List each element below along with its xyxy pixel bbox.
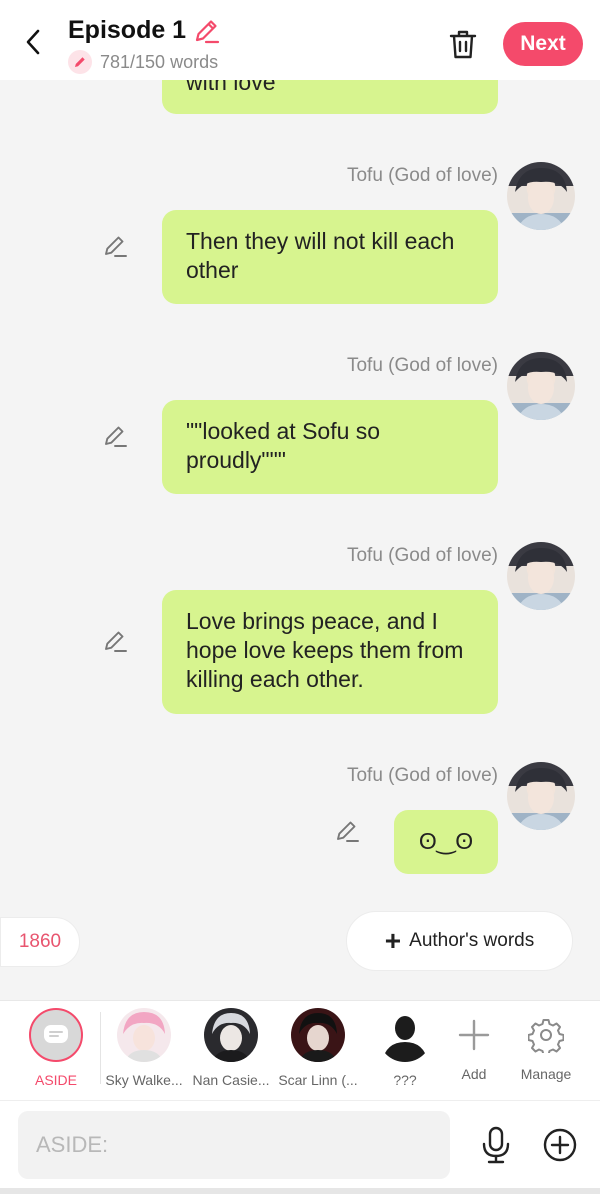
character-name: Nan Casie... bbox=[192, 1072, 270, 1088]
aside-icon bbox=[44, 1025, 68, 1043]
speaker-name: Tofu (God of love) bbox=[346, 545, 498, 566]
gear-icon bbox=[519, 1008, 573, 1062]
pencil-icon bbox=[75, 57, 85, 67]
aside-avatar bbox=[29, 1008, 83, 1062]
avatar[interactable] bbox=[507, 162, 575, 230]
authors-words-button[interactable]: + Author's words bbox=[346, 911, 573, 971]
message-text: ʘ‿ʘ bbox=[418, 828, 474, 854]
message-bubble[interactable]: with love bbox=[162, 80, 498, 114]
trash-icon bbox=[449, 30, 477, 59]
edit-message-button[interactable] bbox=[101, 232, 129, 260]
message-bubble[interactable]: ""looked at Sofu so proudly""" bbox=[162, 400, 498, 494]
input-bar bbox=[0, 1100, 600, 1194]
top-bar: Episode 1 781/150 words Next bbox=[0, 0, 600, 80]
edit-message-button[interactable] bbox=[101, 422, 129, 450]
back-button[interactable] bbox=[14, 22, 54, 62]
episode-title-row: Episode 1 bbox=[68, 16, 220, 45]
voice-button[interactable] bbox=[478, 1125, 514, 1165]
manage-label: Manage bbox=[520, 1066, 572, 1082]
authors-words-label: Author's words bbox=[409, 930, 535, 951]
speaker-name: Tofu (God of love) bbox=[346, 165, 498, 186]
divider bbox=[100, 1012, 101, 1084]
message-text: with love bbox=[186, 80, 276, 95]
word-count-row: 781/150 words bbox=[68, 50, 218, 74]
bottom-strip bbox=[0, 1188, 600, 1194]
avatar bbox=[204, 1008, 258, 1062]
message-text: Love brings peace, and I hope love keeps… bbox=[186, 608, 464, 692]
message-text: Then they will not kill each other bbox=[186, 228, 455, 283]
character-scar-linn[interactable]: Scar Linn (... bbox=[276, 1008, 360, 1088]
avatar[interactable] bbox=[507, 542, 575, 610]
character-name: ASIDE bbox=[34, 1072, 77, 1088]
manage-characters-button[interactable]: Manage bbox=[504, 1008, 588, 1082]
message-text: ""looked at Sofu so proudly""" bbox=[186, 418, 381, 473]
avatar[interactable] bbox=[507, 352, 575, 420]
character-name: Sky Walke... bbox=[105, 1072, 183, 1088]
character-name: Scar Linn (... bbox=[278, 1072, 358, 1088]
edit-message-button[interactable] bbox=[101, 627, 129, 655]
speaker-name: Tofu (God of love) bbox=[346, 355, 498, 376]
silhouette-avatar bbox=[378, 1008, 432, 1062]
plus-circle-icon bbox=[543, 1128, 577, 1162]
character-nan-casie[interactable]: Nan Casie... bbox=[189, 1008, 273, 1088]
edit-title-button[interactable] bbox=[192, 17, 220, 45]
message-bubble[interactable]: Love brings peace, and I hope love keeps… bbox=[162, 590, 498, 714]
avatar bbox=[291, 1008, 345, 1062]
edit-icon bbox=[105, 236, 127, 257]
mic-icon bbox=[482, 1126, 510, 1164]
character-aside[interactable]: ASIDE bbox=[14, 1008, 98, 1088]
edit-icon bbox=[337, 821, 359, 842]
more-button[interactable] bbox=[542, 1127, 578, 1163]
aside-input[interactable] bbox=[18, 1111, 450, 1179]
edit-icon bbox=[105, 426, 127, 447]
episode-title: Episode 1 bbox=[68, 16, 187, 44]
speaker-name: Tofu (God of love) bbox=[346, 765, 498, 786]
word-count: 781/150 words bbox=[100, 51, 219, 72]
back-arrow-icon bbox=[26, 29, 40, 55]
chat-area[interactable]: with love Tofu (God of love) Then they w… bbox=[0, 80, 600, 1000]
message-bubble[interactable]: ʘ‿ʘ bbox=[394, 810, 498, 874]
next-button[interactable]: Next bbox=[503, 22, 583, 66]
character-sky-walker[interactable]: Sky Walke... bbox=[102, 1008, 186, 1088]
edit-icon bbox=[105, 631, 127, 652]
message-bubble[interactable]: Then they will not kill each other bbox=[162, 210, 498, 304]
avatar[interactable] bbox=[507, 762, 575, 830]
scroll-position-chip[interactable]: 1860 bbox=[0, 917, 80, 967]
edit-message-button[interactable] bbox=[333, 817, 361, 845]
avatar bbox=[117, 1008, 171, 1062]
add-icon: + bbox=[384, 925, 402, 956]
word-count-badge bbox=[68, 50, 92, 74]
pencil-icon bbox=[195, 19, 220, 43]
add-icon bbox=[447, 1008, 501, 1062]
delete-button[interactable] bbox=[444, 24, 482, 64]
